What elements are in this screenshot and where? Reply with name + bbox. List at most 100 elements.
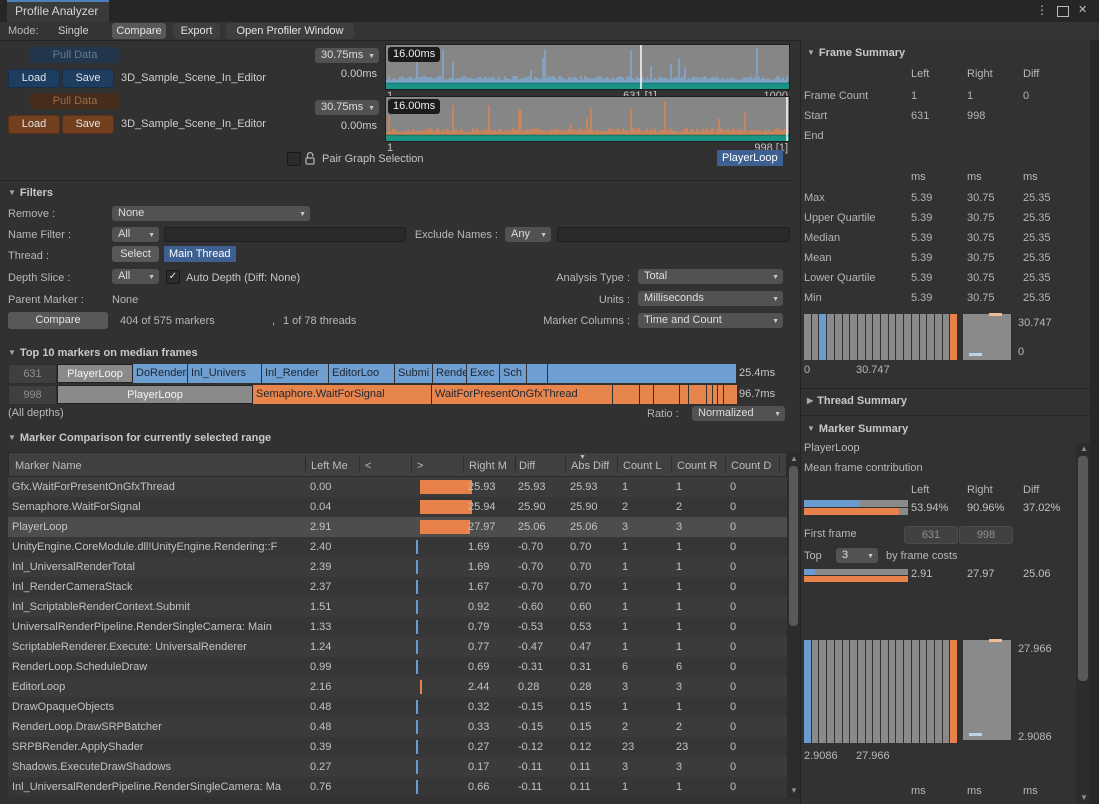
col-left-median[interactable]: Left Me	[311, 460, 355, 472]
top10-segment[interactable]: Submi	[395, 364, 432, 383]
save-left-button[interactable]: Save	[62, 69, 114, 88]
compare-button[interactable]: Compare	[8, 312, 108, 329]
load-right-button[interactable]: Load	[8, 115, 60, 134]
top10-segment[interactable]	[713, 385, 717, 404]
maximize-icon[interactable]	[1057, 6, 1069, 17]
thread-summary-header[interactable]: ▶Thread Summary	[807, 395, 907, 407]
scale-max-right-dropdown[interactable]: 30.75ms▼	[315, 100, 379, 115]
kebab-menu-icon[interactable]: ⋮	[1036, 3, 1048, 17]
table-row[interactable]: SRPBRender.ApplyShader0.390.27-0.120.122…	[8, 737, 787, 757]
table-row[interactable]: UniversalRenderPipeline.RenderSingleCame…	[8, 617, 787, 637]
exclude-mode-dropdown[interactable]: Any▼	[505, 227, 551, 242]
units-dropdown[interactable]: Milliseconds▼	[638, 291, 783, 306]
name-filter-mode-dropdown[interactable]: All▼	[112, 227, 159, 242]
unlock-icon[interactable]	[304, 151, 316, 171]
table-row[interactable]: EditorLoop2.162.440.280.28330	[8, 677, 787, 697]
top10-segment[interactable]	[680, 385, 688, 404]
table-row[interactable]: RenderLoop.DrawSRPBatcher0.480.33-0.150.…	[8, 717, 787, 737]
table-row[interactable]: Gfx.WaitForPresentOnGfxThread0.0025.9325…	[8, 477, 787, 497]
first-frame-right-button[interactable]: 998	[959, 526, 1013, 544]
scroll-up-icon[interactable]: ▲	[790, 454, 798, 464]
top-n-dropdown[interactable]: 3▼	[836, 548, 878, 563]
table-row[interactable]: Semaphore.WaitForSignal0.0425.9425.9025.…	[8, 497, 787, 517]
top10-segment[interactable]: Exec	[467, 364, 499, 383]
auto-depth-checkbox[interactable]: ✓	[166, 270, 180, 284]
pull-data-left-button[interactable]: Pull Data	[30, 47, 120, 63]
analysis-type-dropdown[interactable]: Total▼	[638, 269, 783, 284]
top10-header[interactable]: ▼Top 10 markers on median frames	[8, 347, 198, 359]
scroll-down-icon[interactable]: ▼	[790, 786, 798, 796]
frame-summary-header[interactable]: ▼Frame Summary	[807, 47, 905, 59]
top10-segment[interactable]: Semaphore.WaitForSignal	[253, 385, 431, 404]
open-profiler-window-button[interactable]: Open Profiler Window	[226, 23, 354, 39]
filters-header[interactable]: ▼Filters	[8, 187, 53, 199]
top10-segment[interactable]: Inl_Render	[262, 364, 328, 383]
save-right-button[interactable]: Save	[62, 115, 114, 134]
top10-segment[interactable]: DoRenderl	[133, 364, 187, 383]
col-abs-diff[interactable]: Abs Diff	[571, 460, 609, 472]
col-marker-name[interactable]: Marker Name	[15, 460, 82, 472]
top10-segment[interactable]: Sch	[500, 364, 526, 383]
top10-segment[interactable]	[548, 364, 736, 383]
frame-selection-line[interactable]	[640, 45, 642, 89]
top10-segment[interactable]: EditorLoo	[329, 364, 394, 383]
remove-dropdown[interactable]: None▼	[112, 206, 310, 221]
load-left-button[interactable]: Load	[8, 69, 60, 88]
col-count-left[interactable]: Count L	[623, 460, 669, 472]
frame-duration-histogram[interactable]	[804, 314, 957, 360]
exclude-names-input[interactable]	[557, 227, 790, 242]
table-row[interactable]: Inl_UniversalRenderTotal2.391.69-0.700.7…	[8, 557, 787, 577]
frame-selection-line[interactable]	[786, 97, 788, 141]
frame-number-box[interactable]: 998	[8, 385, 57, 405]
top10-segment[interactable]: PlayerLoop	[57, 385, 253, 404]
top10-segment[interactable]	[718, 385, 723, 404]
panel-scrollbar-thumb[interactable]	[1078, 456, 1088, 681]
col-left-bar[interactable]: <	[365, 460, 371, 472]
pair-graph-checkbox[interactable]	[287, 152, 301, 166]
comparison-header[interactable]: ▼Marker Comparison for currently selecte…	[8, 432, 271, 444]
col-count-diff[interactable]: Count D	[731, 460, 777, 472]
top10-segment[interactable]: PlayerLoop	[57, 364, 133, 383]
table-row[interactable]: ScriptableRenderer.Execute: UniversalRen…	[8, 637, 787, 657]
name-filter-input[interactable]	[164, 227, 406, 242]
top10-segment[interactable]	[707, 385, 712, 404]
top10-segment[interactable]	[527, 364, 547, 383]
scale-max-left-dropdown[interactable]: 30.75ms▼	[315, 48, 379, 63]
thread-value-pill[interactable]: Main Thread	[164, 246, 236, 262]
top10-segment[interactable]	[689, 385, 706, 404]
table-row[interactable]: Inl_RenderCameraStack2.371.67-0.700.7011…	[8, 577, 787, 597]
col-diff[interactable]: Diff	[519, 460, 535, 472]
top10-segment[interactable]	[640, 385, 653, 404]
panel-scrollbar[interactable]: ▲ ▼	[1076, 443, 1090, 804]
scroll-up-icon[interactable]: ▲	[1080, 444, 1088, 454]
table-row[interactable]: DrawOpaqueObjects0.480.32-0.150.15110	[8, 697, 787, 717]
thread-select-button[interactable]: Select	[112, 246, 159, 262]
top10-segment[interactable]: Rende	[433, 364, 466, 383]
col-count-right[interactable]: Count R	[677, 460, 723, 472]
frame-graph-right[interactable]: 16.00ms	[385, 96, 790, 142]
tab-profile-analyzer[interactable]: Profile Analyzer	[7, 0, 109, 22]
marker-duration-histogram[interactable]	[804, 640, 957, 743]
mode-compare-button[interactable]: Compare	[112, 23, 166, 39]
top10-segment[interactable]: Inl_Univers	[188, 364, 261, 383]
col-right-bar[interactable]: >	[417, 460, 423, 472]
selected-marker-pill[interactable]: PlayerLoop	[717, 150, 783, 166]
scroll-down-icon[interactable]: ▼	[1080, 793, 1088, 803]
table-scrollbar-thumb[interactable]	[789, 466, 798, 626]
close-icon[interactable]: ✕	[1078, 3, 1087, 16]
first-frame-left-button[interactable]: 631	[904, 526, 958, 544]
depth-mode-dropdown[interactable]: All▼	[112, 269, 159, 284]
top10-segment[interactable]	[613, 385, 639, 404]
top10-segment[interactable]	[724, 385, 737, 404]
table-scrollbar[interactable]: ▲ ▼	[787, 452, 800, 798]
table-row[interactable]: UnityEngine.CoreModule.dll!UnityEngine.R…	[8, 537, 787, 557]
ratio-dropdown[interactable]: Normalized▼	[692, 406, 785, 421]
table-row[interactable]: Inl_UniversalRenderPipeline.RenderSingle…	[8, 777, 787, 797]
export-button[interactable]: Export	[173, 23, 220, 39]
marker-columns-dropdown[interactable]: Time and Count▼	[638, 313, 783, 328]
top10-segment[interactable]	[654, 385, 679, 404]
table-row[interactable]: PlayerLoop2.9127.9725.0625.06330	[8, 517, 787, 537]
mode-single-button[interactable]: Single	[58, 25, 89, 37]
top10-segment[interactable]: WaitForPresentOnGfxThread	[432, 385, 612, 404]
frame-graph-left[interactable]: 16.00ms	[385, 44, 790, 90]
